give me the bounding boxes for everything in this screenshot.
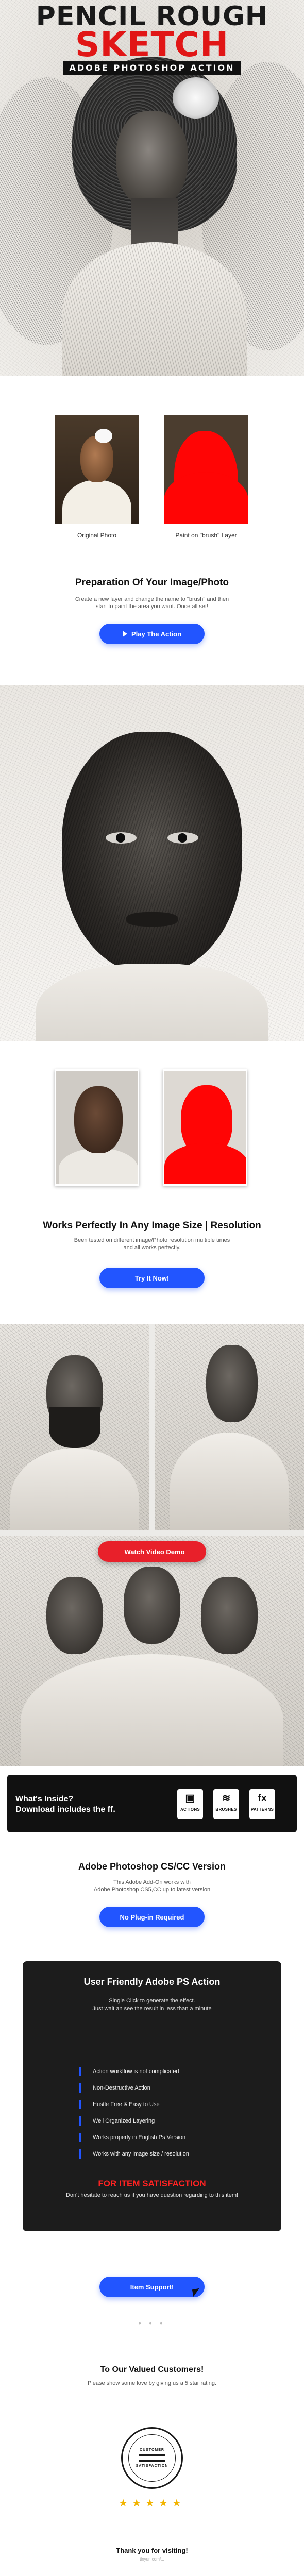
hero-title: PENCIL ROUGH SKETCH ADOBE PHOTOSHOP ACTI… bbox=[0, 3, 304, 75]
actions-label: ACTIONS bbox=[180, 1807, 200, 1812]
patterns-label: PATTERNS bbox=[250, 1807, 274, 1812]
preparation-heading: Preparation Of Your Image/Photo bbox=[75, 577, 229, 588]
photo-face bbox=[80, 436, 113, 482]
tile-cloth bbox=[21, 1654, 283, 1766]
brushes-icon: ≋ BRUSHES bbox=[213, 1789, 239, 1819]
divider-dots: • • • bbox=[138, 2319, 166, 2327]
feature-item: Non-Destructive Action bbox=[79, 2083, 265, 2093]
title-line-2: SKETCH bbox=[75, 25, 229, 64]
cursor-icon bbox=[192, 2288, 201, 2297]
resolution-desc-1: Been tested on different image/Photo res… bbox=[74, 1237, 230, 1243]
brushes-label: BRUSHES bbox=[215, 1807, 237, 1812]
version-desc-1: This Adobe Add-On works with bbox=[113, 1879, 191, 1885]
product-page: PENCIL ROUGH SKETCH ADOBE PHOTOSHOP ACTI… bbox=[0, 0, 304, 2576]
resolution-desc-2: and all works perfectly. bbox=[123, 1244, 181, 1251]
valued-heading: To Our Valued Customers! bbox=[100, 2365, 204, 2374]
watch-video-label: Watch Video Demo bbox=[124, 1547, 185, 1556]
preparation-desc-1: Create a new layer and change the name t… bbox=[75, 596, 229, 602]
version-desc-2: Adobe Photoshop CS5,CC up to latest vers… bbox=[93, 1887, 211, 1893]
portrait-eye-right bbox=[167, 832, 198, 844]
portrait-head bbox=[62, 732, 242, 974]
feature-item: Hustle Free & Easy to Use bbox=[79, 2100, 265, 2109]
no-plugin-button[interactable]: No Plug-in Required bbox=[99, 1907, 205, 1927]
features-desc-2: Just wait an see the result in less than… bbox=[92, 2006, 212, 2012]
try-it-now-button[interactable]: Try It Now! bbox=[99, 1268, 205, 1288]
play-action-button[interactable]: Play The Action bbox=[99, 624, 205, 644]
feature-item: Works properly in English Ps Version bbox=[79, 2133, 265, 2142]
photo-flower bbox=[95, 429, 112, 443]
badge-bar bbox=[139, 2454, 165, 2456]
whats-inside-line-2: Download includes the ff. bbox=[15, 1805, 115, 1814]
portrait-eye-left bbox=[106, 832, 137, 844]
actions-icon: ▣ ACTIONS bbox=[177, 1789, 203, 1819]
satisfaction-badge: CUSTOMER SATISFACTION bbox=[121, 2427, 183, 2489]
thanks-text: Thank you for visiting! bbox=[116, 2547, 188, 2554]
feature-item: Action workflow is not complicated bbox=[79, 2067, 265, 2076]
tile-face bbox=[46, 1577, 103, 1654]
rating-stars-icon[interactable]: ★★★★★ bbox=[0, 2497, 304, 2510]
red-mask-body bbox=[164, 1143, 246, 1184]
valued-text: Please show some love by giving us a 5 s… bbox=[87, 2380, 217, 2386]
hero-face bbox=[116, 111, 188, 209]
resolution-heading: Works Perfectly In Any Image Size | Reso… bbox=[43, 1220, 261, 1231]
footer-small-text: tinyurl.com/... bbox=[140, 2557, 164, 2562]
play-action-label: Play The Action bbox=[131, 630, 182, 638]
tile-cloth bbox=[170, 1433, 289, 1530]
brush-caption: Paint on "brush" Layer bbox=[175, 532, 237, 539]
tile-face bbox=[201, 1577, 258, 1654]
whats-inside-line-1: What's Inside? bbox=[15, 1795, 74, 1804]
example-tile-1 bbox=[0, 1324, 149, 1530]
hero-flower bbox=[173, 77, 219, 119]
play-icon bbox=[122, 631, 127, 637]
hero-banner: PENCIL ROUGH SKETCH ADOBE PHOTOSHOP ACTI… bbox=[0, 0, 304, 376]
tile-face bbox=[124, 1567, 180, 1644]
version-heading: Adobe Photoshop CS/CC Version bbox=[78, 1861, 226, 1872]
original-photo bbox=[55, 415, 139, 524]
photo-shirt bbox=[59, 1148, 138, 1184]
watch-video-button[interactable]: Watch Video Demo bbox=[98, 1541, 206, 1562]
badge-inner: CUSTOMER SATISFACTION bbox=[128, 2434, 176, 2482]
actions-glyph: ▣ bbox=[185, 1793, 195, 1804]
tile-beard bbox=[49, 1407, 100, 1448]
man-mask-photo bbox=[163, 1069, 247, 1186]
features-desc-1: Single Click to generate the effect. bbox=[109, 1998, 195, 2004]
features-card: User Friendly Adobe PS Action Single Cli… bbox=[23, 1961, 281, 2231]
red-mask-body bbox=[164, 472, 248, 524]
tile-cloth bbox=[10, 1448, 139, 1530]
badge-top-text: CUSTOMER bbox=[140, 2448, 164, 2452]
photo-body bbox=[62, 480, 131, 524]
satisfaction-text: Don't hesitate to reach us if you have q… bbox=[65, 2192, 239, 2198]
original-caption: Original Photo bbox=[77, 532, 117, 539]
feature-item: Works with any image size / resolution bbox=[79, 2149, 265, 2159]
patterns-glyph: fx bbox=[258, 1793, 267, 1804]
preparation-desc-2: start to paint the area you want. Once a… bbox=[95, 603, 209, 610]
whats-inside-title: What's Inside? Download includes the ff. bbox=[15, 1794, 115, 1815]
feature-item: Well Organized Layering bbox=[79, 2116, 265, 2126]
item-support-button[interactable]: Item Support! bbox=[99, 2277, 205, 2297]
whats-inside-banner: What's Inside? Download includes the ff.… bbox=[7, 1775, 297, 1832]
photo-head bbox=[74, 1086, 123, 1153]
patterns-icon: fx PATTERNS bbox=[249, 1789, 275, 1819]
tile-face bbox=[206, 1345, 258, 1422]
man-original-photo bbox=[55, 1069, 139, 1186]
badge-bottom-text: SATISFACTION bbox=[136, 2464, 168, 2468]
badge-bar bbox=[139, 2460, 165, 2462]
brush-layer-photo bbox=[164, 415, 248, 524]
example-tile-3 bbox=[0, 1536, 304, 1766]
satisfaction-title: FOR ITEM SATISFACTION bbox=[98, 2179, 206, 2188]
portrait-mouth bbox=[126, 912, 178, 927]
features-heading: User Friendly Adobe PS Action bbox=[83, 1977, 221, 1987]
brushes-glyph: ≋ bbox=[222, 1793, 231, 1804]
portrait-sketch bbox=[0, 685, 304, 1041]
title-subtitle-badge: ADOBE PHOTOSHOP ACTION bbox=[63, 61, 241, 75]
portrait-shirt bbox=[36, 964, 268, 1041]
example-tile-2 bbox=[155, 1324, 304, 1530]
